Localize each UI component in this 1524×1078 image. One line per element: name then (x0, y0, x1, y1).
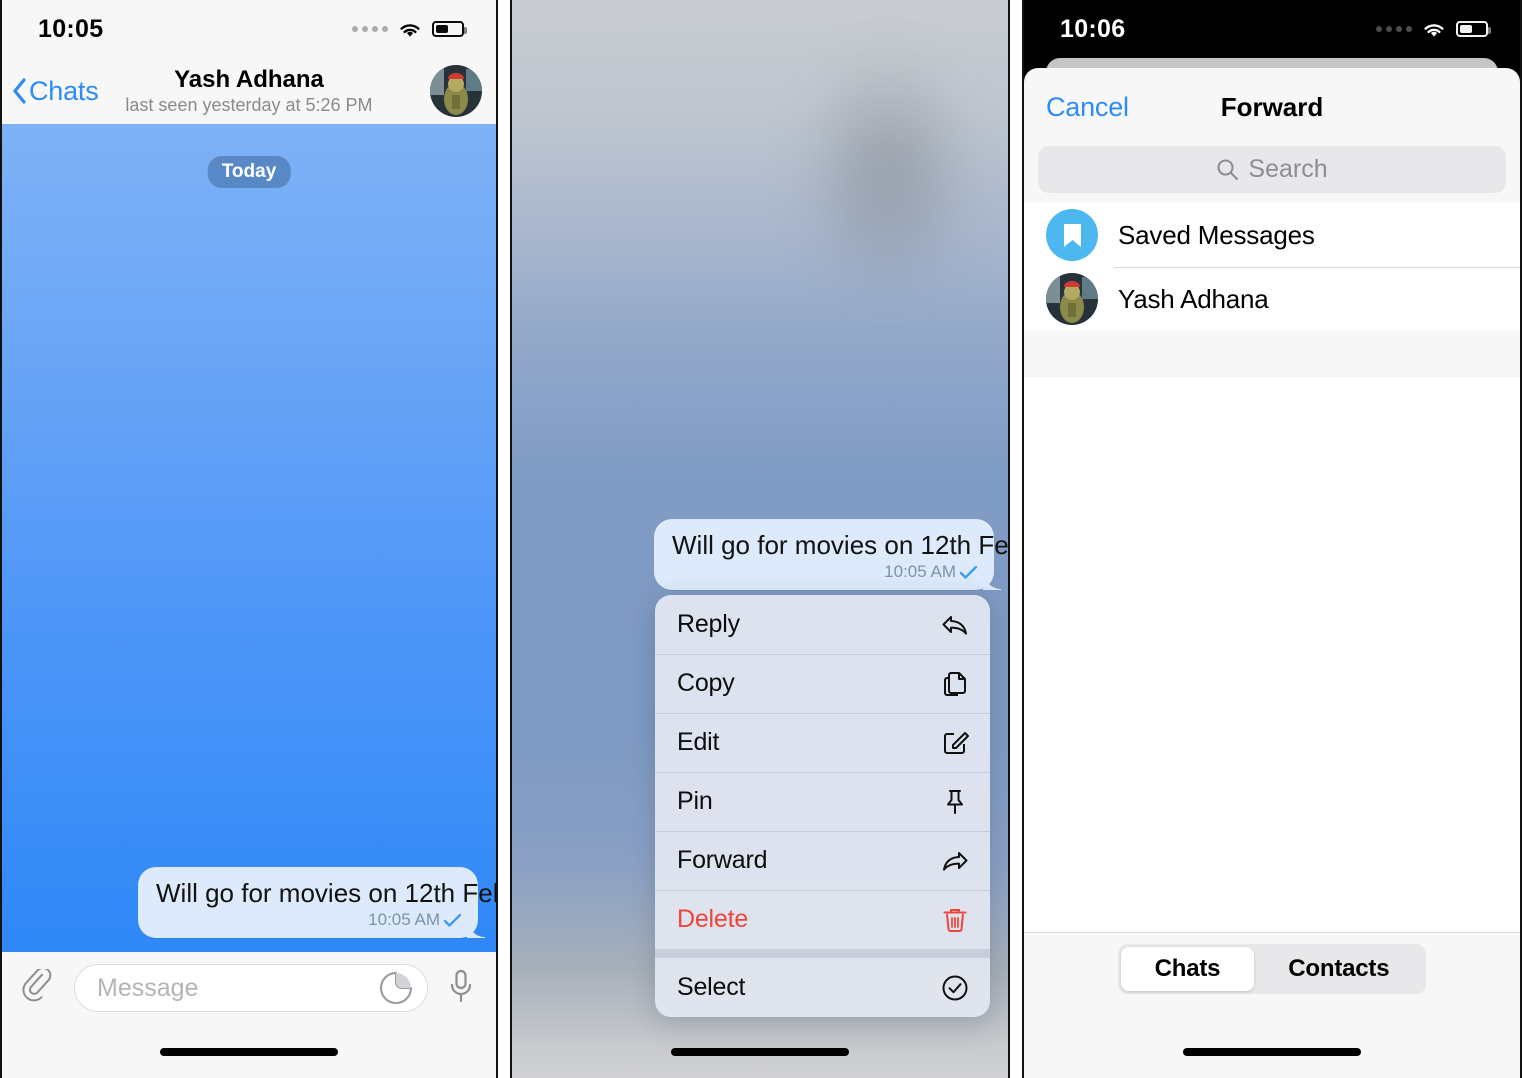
message-text: Will go for movies on 12th Feb. (156, 877, 498, 908)
contact-avatar[interactable] (430, 65, 482, 117)
context-menu-item-copy[interactable]: Copy (655, 654, 990, 713)
message-time: 10:05 AM (368, 910, 440, 929)
message-meta: 10:05 AM (672, 562, 978, 582)
trash-icon (943, 908, 967, 932)
back-to-chats-button[interactable]: Chats (12, 76, 99, 107)
forward-sheet: Cancel Forward Search Saved Messages Yas… (1024, 68, 1520, 1078)
menu-group-separator (655, 949, 990, 958)
home-indicator (1183, 1048, 1361, 1056)
three-panel-screenshot: 10:05 Chats Yash Adhana last seen yester… (0, 0, 1524, 1078)
menu-item-label: Pin (677, 787, 713, 815)
sheet-title: Forward (1220, 91, 1324, 122)
sheet-navigation-bar: Cancel Forward (1024, 68, 1520, 146)
signal-dots-icon (352, 26, 388, 32)
tab-contacts[interactable]: Contacts (1254, 947, 1423, 991)
list-item-label: Yash Adhana (1118, 283, 1269, 314)
context-menu-item-edit[interactable]: Edit (655, 713, 990, 772)
phone-panel-chat: 10:05 Chats Yash Adhana last seen yester… (0, 0, 498, 1078)
search-container: Search (1024, 146, 1520, 203)
list-item-label: Saved Messages (1118, 219, 1315, 250)
menu-item-label: Forward (677, 846, 768, 874)
segmented-control: Chats Contacts (1117, 943, 1427, 994)
outgoing-message-row: Will go for movies on 12th Feb. 10:05 AM (138, 866, 498, 939)
home-indicator (671, 1048, 849, 1056)
message-bubble[interactable]: Will go for movies on 12th Feb. 10:05 AM (654, 519, 1010, 591)
list-item[interactable]: Yash Adhana (1024, 267, 1520, 331)
backdrop-highlight (798, 43, 979, 304)
empty-list-area (1024, 378, 1520, 962)
single-check-icon (959, 565, 978, 579)
date-divider: Today (207, 156, 291, 188)
search-placeholder: Search (1248, 155, 1328, 183)
avatar-image (430, 65, 482, 117)
search-input[interactable]: Search (1038, 146, 1506, 193)
signal-dots-icon (1376, 26, 1412, 32)
menu-item-label: Delete (677, 905, 749, 933)
menu-item-label: Select (677, 973, 746, 1001)
edit-pencil-icon (944, 731, 969, 754)
focused-message-row: Will go for movies on 12th Feb. 10:05 AM (654, 519, 1010, 591)
sticker-icon[interactable] (379, 971, 413, 1005)
status-bar-time: 10:05 (38, 14, 104, 43)
message-context-menu: Reply Copy Edit Pin Forward Delete Selec… (655, 595, 990, 1017)
search-icon (1217, 159, 1239, 181)
battery-icon (432, 21, 467, 37)
menu-item-label: Reply (677, 610, 740, 638)
paperclip-icon (22, 969, 52, 1002)
recipient-list: Saved Messages Yash Adhana (1024, 203, 1520, 331)
phone-panel-context-menu: Will go for movies on 12th Feb. 10:05 AM… (510, 0, 1010, 1078)
context-menu-item-select[interactable]: Select (655, 958, 990, 1017)
context-menu-item-forward[interactable]: Forward (655, 831, 990, 890)
status-bar: 10:05 (2, 0, 496, 58)
home-indicator (160, 1048, 338, 1056)
saved-messages-icon (1046, 209, 1098, 261)
copy-icon (944, 671, 966, 696)
phone-panel-forward-sheet: 10:06 Cancel Forward Search Saved Messag… (1022, 0, 1522, 1078)
sheet-tab-bar: Chats Contacts (1024, 932, 1520, 1004)
menu-item-label: Copy (677, 669, 735, 697)
single-check-icon (443, 913, 462, 927)
context-menu-item-reply[interactable]: Reply (655, 595, 990, 654)
forward-arrow-icon (943, 851, 968, 871)
wifi-icon (1424, 23, 1444, 37)
context-menu-item-pin[interactable]: Pin (655, 772, 990, 831)
status-bar-indicators (352, 20, 467, 39)
bookmark-icon (1063, 223, 1081, 247)
wifi-icon (400, 23, 420, 37)
menu-item-label: Edit (677, 728, 720, 756)
avatar-image (1046, 273, 1098, 325)
message-text: Will go for movies on 12th Feb. (672, 530, 1010, 560)
message-bubble[interactable]: Will go for movies on 12th Feb. 10:05 AM (138, 866, 498, 939)
tab-chats[interactable]: Chats (1120, 946, 1255, 991)
message-composer: Message (2, 952, 496, 1078)
chat-header: Chats Yash Adhana last seen yesterday at… (2, 58, 496, 124)
message-input-placeholder: Message (97, 973, 199, 1002)
message-input[interactable]: Message (74, 964, 428, 1012)
pin-icon (947, 789, 963, 814)
attach-button[interactable] (18, 964, 60, 1010)
status-bar-time: 10:06 (1060, 14, 1126, 43)
battery-icon (1456, 21, 1491, 37)
check-circle-icon (942, 975, 968, 1000)
status-bar-indicators (1376, 20, 1491, 39)
message-time: 10:05 AM (884, 562, 956, 582)
status-bar: 10:06 (1024, 0, 1520, 58)
microphone-icon (450, 969, 472, 1003)
reply-arrow-icon (942, 615, 967, 635)
chat-message-area: Today Will go for movies on 12th Feb. 10… (2, 124, 496, 952)
list-item[interactable]: Saved Messages (1024, 203, 1520, 267)
chevron-left-icon (13, 78, 26, 104)
contact-avatar (1046, 273, 1098, 325)
context-menu-item-delete[interactable]: Delete (655, 890, 990, 949)
message-meta: 10:05 AM (156, 910, 462, 930)
voice-record-button[interactable] (442, 964, 480, 1010)
back-button-label: Chats (29, 75, 99, 106)
